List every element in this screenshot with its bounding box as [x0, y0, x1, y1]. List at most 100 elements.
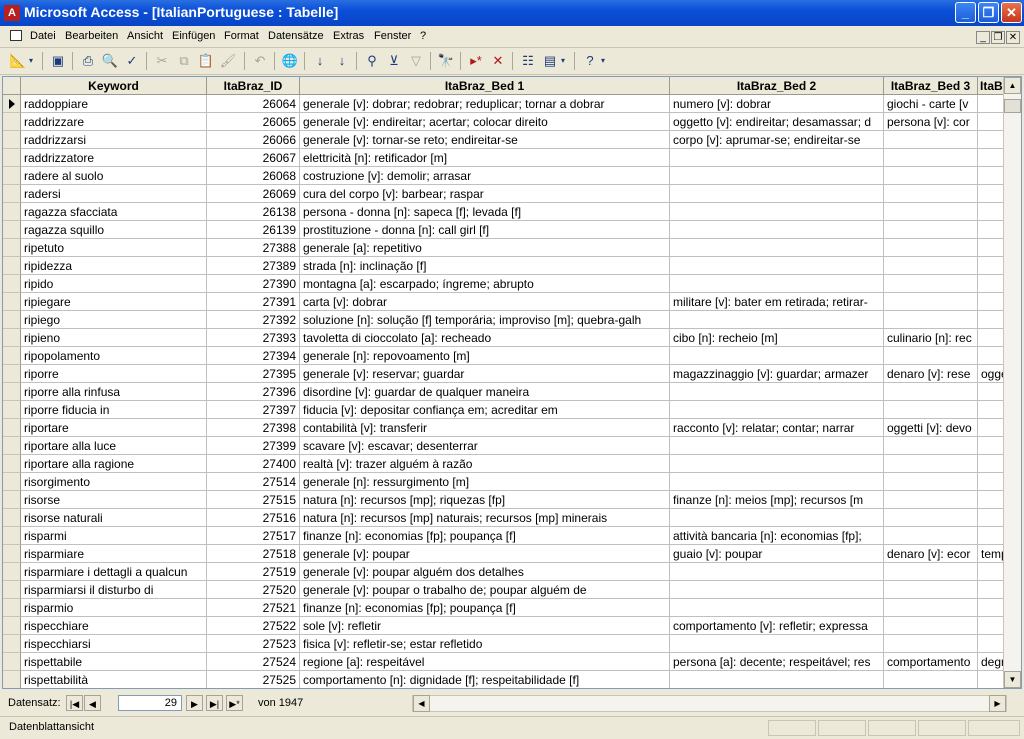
keyword-cell[interactable]: radere al suolo — [21, 167, 207, 185]
print-preview-icon[interactable]: 🔍 — [100, 51, 120, 71]
keyword-cell[interactable]: rispettabile — [21, 653, 207, 671]
bed2-cell[interactable]: racconto [v]: relatar; contar; narrar — [670, 419, 884, 437]
record-selector[interactable] — [3, 581, 21, 599]
bed2-cell[interactable] — [670, 473, 884, 491]
record-selector[interactable] — [3, 437, 21, 455]
bed3-cell[interactable]: giochi - carte [v — [884, 95, 978, 113]
record-selector[interactable] — [3, 347, 21, 365]
scroll-left-button[interactable]: ◀ — [413, 695, 430, 712]
view-dropdown-icon[interactable]: ▾ — [26, 51, 36, 71]
bed2-cell[interactable]: magazzinaggio [v]: guardar; armazer — [670, 365, 884, 383]
bed1-cell[interactable]: generale [v]: poupar — [300, 545, 670, 563]
keyword-cell[interactable]: risparmiare — [21, 545, 207, 563]
delete-record-icon[interactable]: ✕ — [488, 51, 508, 71]
id-cell[interactable]: 27391 — [207, 293, 300, 311]
record-selector[interactable] — [3, 473, 21, 491]
bed1-cell[interactable]: elettricità [n]: retificador [m] — [300, 149, 670, 167]
undo-icon[interactable]: ↶ — [250, 51, 270, 71]
sort-descending-icon[interactable]: ↓ — [332, 51, 352, 71]
record-selector[interactable] — [3, 185, 21, 203]
minimize-button[interactable]: _ — [955, 2, 976, 23]
bed1-cell[interactable]: generale [v]: poupar alguém dos detalhes — [300, 563, 670, 581]
record-selector[interactable] — [3, 203, 21, 221]
bed3-cell[interactable] — [884, 383, 978, 401]
id-cell[interactable]: 27399 — [207, 437, 300, 455]
record-selector[interactable] — [3, 113, 21, 131]
paste-icon[interactable]: 📋 — [196, 51, 216, 71]
bed1-cell[interactable]: generale [v]: poupar o trabalho de; poup… — [300, 581, 670, 599]
bed3-cell[interactable] — [884, 581, 978, 599]
record-selector[interactable] — [3, 599, 21, 617]
datasheet-grid[interactable]: Keyword ItaBraz_ID ItaBraz_Bed 1 ItaBraz… — [2, 76, 1022, 689]
keyword-cell[interactable]: ragazza sfacciata — [21, 203, 207, 221]
bed1-cell[interactable]: sole [v]: refletir — [300, 617, 670, 635]
close-button[interactable]: ✕ — [1001, 2, 1022, 23]
keyword-cell[interactable]: ripopolamento — [21, 347, 207, 365]
column-header-keyword[interactable]: Keyword — [21, 77, 207, 95]
bed1-cell[interactable]: generale [v]: reservar; guardar — [300, 365, 670, 383]
scroll-right-button[interactable]: ▶ — [989, 695, 1006, 712]
record-selector[interactable] — [3, 131, 21, 149]
bed3-cell[interactable] — [884, 599, 978, 617]
bed2-cell[interactable] — [670, 581, 884, 599]
keyword-cell[interactable]: ripieno — [21, 329, 207, 347]
view-icon[interactable]: 📐 — [8, 51, 28, 71]
record-selector[interactable] — [3, 239, 21, 257]
keyword-cell[interactable]: risorse naturali — [21, 509, 207, 527]
keyword-cell[interactable]: ripetuto — [21, 239, 207, 257]
bed1-cell[interactable]: generale [n]: repovoamento [m] — [300, 347, 670, 365]
record-number-input[interactable]: 29 — [118, 695, 182, 711]
record-selector[interactable] — [3, 617, 21, 635]
menu-fenster[interactable]: Fenster — [374, 30, 411, 42]
bed1-cell[interactable]: prostituzione - donna [n]: call girl [f] — [300, 221, 670, 239]
spelling-icon[interactable]: ✓ — [122, 51, 142, 71]
record-selector[interactable] — [3, 491, 21, 509]
new-object-dropdown-icon[interactable]: ▾ — [558, 51, 568, 71]
bed1-cell[interactable]: comportamento [n]: dignidade [f]; respei… — [300, 671, 670, 688]
id-cell[interactable]: 26066 — [207, 131, 300, 149]
id-cell[interactable]: 27397 — [207, 401, 300, 419]
bed2-cell[interactable] — [670, 635, 884, 653]
bed3-cell[interactable] — [884, 401, 978, 419]
record-selector[interactable] — [3, 653, 21, 671]
new-record-nav-button[interactable]: ▶* — [226, 695, 243, 711]
id-cell[interactable]: 27522 — [207, 617, 300, 635]
bed3-cell[interactable] — [884, 131, 978, 149]
toolbar-options-icon[interactable]: ▾ — [598, 51, 608, 71]
doc-restore-button[interactable]: ❐ — [991, 31, 1005, 44]
record-selector[interactable] — [3, 311, 21, 329]
bed2-cell[interactable] — [670, 599, 884, 617]
last-record-button[interactable]: ▶| — [206, 695, 223, 711]
bed3-cell[interactable]: oggetti [v]: devo — [884, 419, 978, 437]
cut-icon[interactable]: ✂ — [152, 51, 172, 71]
record-selector[interactable] — [3, 545, 21, 563]
column-header-id[interactable]: ItaBraz_ID — [207, 77, 300, 95]
bed3-cell[interactable] — [884, 203, 978, 221]
bed1-cell[interactable]: strada [n]: inclinação [f] — [300, 257, 670, 275]
bed3-cell[interactable] — [884, 473, 978, 491]
copy-icon[interactable]: ⧉ — [174, 51, 194, 71]
id-cell[interactable]: 27517 — [207, 527, 300, 545]
id-cell[interactable]: 27393 — [207, 329, 300, 347]
bed3-cell[interactable] — [884, 455, 978, 473]
bed1-cell[interactable]: generale [v]: dobrar; redobrar; reduplic… — [300, 95, 670, 113]
restore-button[interactable]: ❐ — [978, 2, 999, 23]
bed1-cell[interactable]: costruzione [v]: demolir; arrasar — [300, 167, 670, 185]
keyword-cell[interactable]: riporre alla rinfusa — [21, 383, 207, 401]
bed3-cell[interactable] — [884, 617, 978, 635]
keyword-cell[interactable]: ripiegare — [21, 293, 207, 311]
id-cell[interactable]: 27394 — [207, 347, 300, 365]
bed3-cell[interactable] — [884, 239, 978, 257]
id-cell[interactable]: 26065 — [207, 113, 300, 131]
hyperlink-icon[interactable]: 🌐 — [280, 51, 300, 71]
bed2-cell[interactable] — [670, 455, 884, 473]
id-cell[interactable]: 27390 — [207, 275, 300, 293]
bed1-cell[interactable]: generale [v]: tornar-se reto; endireitar… — [300, 131, 670, 149]
find-icon[interactable]: 🔭 — [436, 51, 456, 71]
id-cell[interactable]: 26067 — [207, 149, 300, 167]
keyword-cell[interactable]: ragazza squillo — [21, 221, 207, 239]
print-icon[interactable]: ⎙ — [78, 51, 98, 71]
record-selector[interactable] — [3, 221, 21, 239]
id-cell[interactable]: 26138 — [207, 203, 300, 221]
menu-einfuegen[interactable]: Einfügen — [172, 30, 215, 42]
